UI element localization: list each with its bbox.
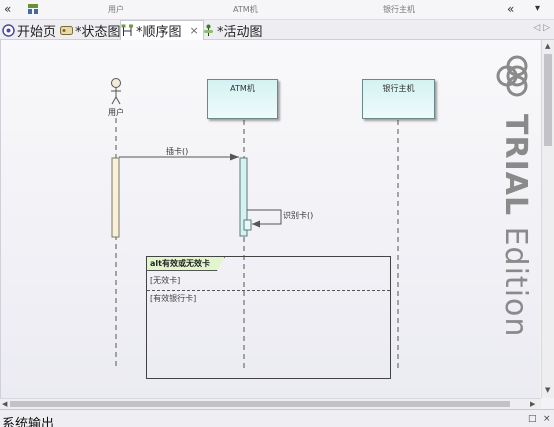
header-lifeline-atm: ATM机 — [233, 5, 258, 14]
watermark-edition: Edition — [498, 216, 533, 338]
sequence-diagram-icon — [121, 24, 134, 37]
activity-diagram-icon — [202, 24, 215, 37]
alt-operand-divider — [147, 290, 390, 291]
scroll-down-icon[interactable]: ▼ — [545, 386, 550, 394]
tab-label: *活动图 — [217, 24, 263, 40]
tab-start-page[interactable]: 开始页 — [2, 20, 56, 40]
horizontal-scrollbar[interactable]: ◀ ▶ — [0, 398, 541, 409]
horizontal-scroll-thumb[interactable] — [10, 401, 510, 407]
scroll-up-icon[interactable]: ▲ — [545, 42, 550, 50]
alt-guard-invalid-card: [无效卡] — [150, 276, 181, 285]
activation-user — [111, 157, 120, 238]
scroll-right-icon[interactable]: ▶ — [530, 400, 535, 408]
actor-user-figure — [111, 78, 121, 105]
alt-fragment-title: alt有效或无效卡 — [147, 257, 225, 271]
alt-guard-valid-card: [有效银行卡] — [150, 294, 197, 303]
lifeline-header-bar: « 用户 ATM机 银行主机 « ▾ — [0, 0, 554, 20]
tab-label: *状态图 — [75, 24, 121, 40]
actor-user-label: 用户 — [108, 108, 124, 117]
home-icon — [2, 23, 15, 37]
diagram-canvas[interactable]: 用户 ATM机 银行主机 插卡() 识别卡() alt有效或无效卡 [无效卡] … — [0, 40, 540, 398]
message-insert-card-label[interactable]: 插卡() — [166, 146, 188, 157]
tab-scroll-buttons[interactable]: ◁ ▷ — [533, 23, 550, 33]
message-insert-card-arrowhead — [230, 153, 239, 161]
tab-activity-diagram[interactable]: *活动图 — [202, 20, 263, 40]
header-lifeline-user: 用户 — [108, 5, 124, 14]
system-output-panel: 系统输出 □ × — [0, 409, 554, 427]
alt-combined-fragment[interactable]: alt有效或无效卡 [无效卡] [有效银行卡] — [146, 256, 391, 379]
tab-state-diagram[interactable]: *状态图 — [60, 20, 121, 40]
trial-edition-watermark: TRIAL Edition — [498, 114, 533, 337]
collapse-right-icon[interactable]: « — [507, 2, 514, 16]
message-identify-card-line — [247, 209, 282, 225]
vertical-scroll-thumb[interactable] — [544, 54, 552, 146]
collapse-left-icon[interactable]: « — [4, 2, 11, 16]
lifeline-bank-host[interactable]: 银行主机 — [362, 79, 435, 119]
document-tab-bar: 开始页 *状态图 *顺序图 × *活动图 ◁ ▷ — [0, 20, 554, 40]
state-diagram-icon — [60, 24, 73, 37]
tab-label: 开始页 — [17, 24, 57, 40]
dropdown-icon[interactable]: ▾ — [535, 2, 540, 16]
tab-sequence-diagram[interactable]: *顺序图 × — [120, 20, 204, 40]
close-tab-icon[interactable]: × — [190, 24, 199, 37]
float-panel-icon[interactable]: □ — [528, 414, 537, 424]
scroll-left-icon[interactable]: ◀ — [2, 400, 7, 408]
vertical-scrollbar[interactable]: ▲ ▼ — [541, 40, 554, 398]
activation-atm-nested — [243, 219, 252, 231]
message-identify-card-arrowhead — [252, 220, 260, 228]
panel-title: 系统输出 — [2, 417, 55, 427]
watermark-brand: TRIAL — [498, 114, 533, 217]
message-identify-card-label[interactable]: 识别卡() — [283, 210, 313, 221]
lifeline-atm[interactable]: ATM机 — [207, 79, 278, 119]
close-panel-icon[interactable]: × — [543, 414, 551, 424]
tab-label: *顺序图 — [136, 25, 182, 40]
diagram-toolbox-icon[interactable] — [27, 3, 39, 18]
lifeline-bank-label: 银行主机 — [382, 84, 415, 93]
lifeline-atm-label: ATM机 — [230, 84, 255, 93]
header-lifeline-bank: 银行主机 — [383, 5, 415, 14]
